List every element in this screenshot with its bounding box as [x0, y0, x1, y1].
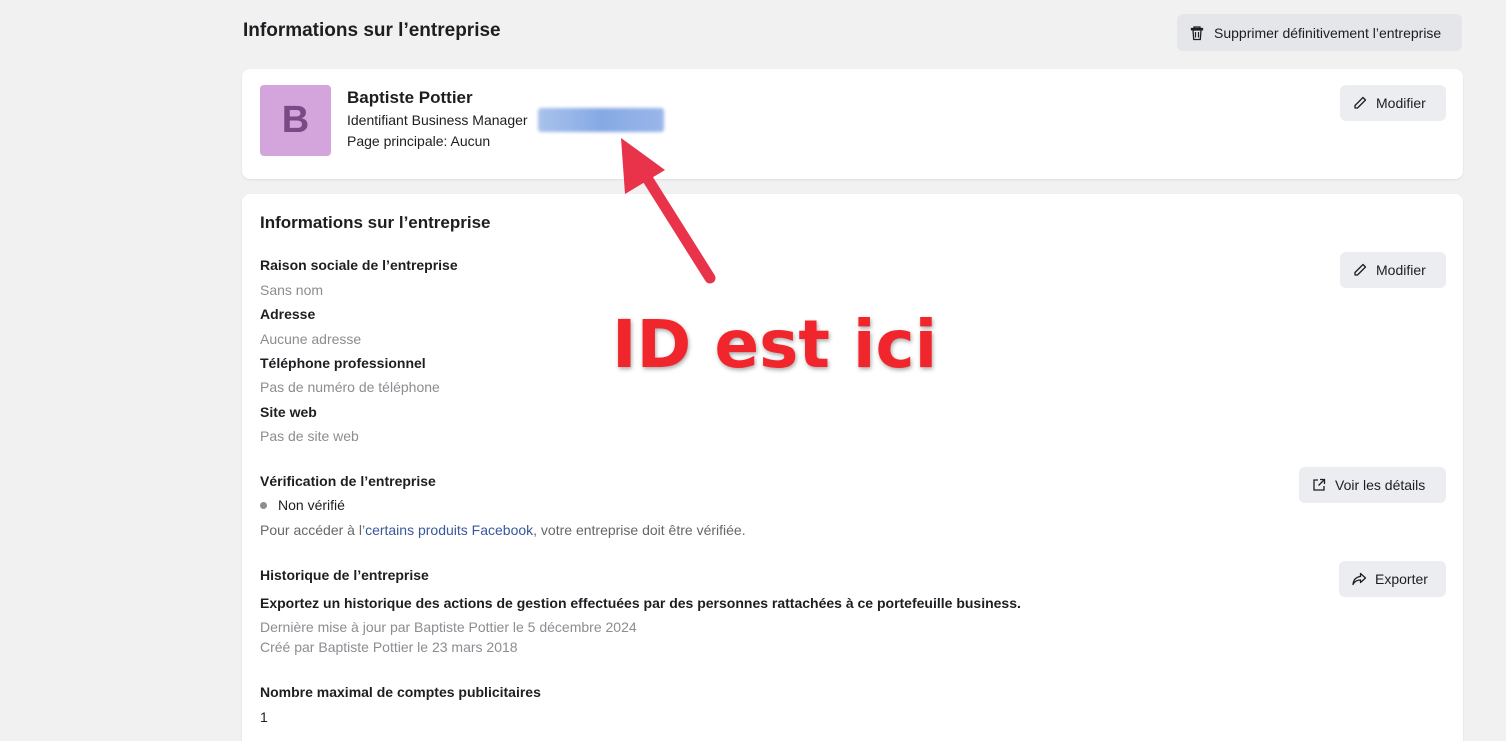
- profile-card: B Baptiste Pottier Identifiant Business …: [242, 69, 1463, 179]
- share-arrow-icon: [1351, 571, 1367, 587]
- company-name-value: Sans nom: [260, 282, 324, 298]
- edit-info-button[interactable]: Modifier: [1340, 252, 1446, 288]
- delete-business-button[interactable]: Supprimer définitivement l’entreprise: [1177, 14, 1462, 51]
- view-details-button[interactable]: Voir les détails: [1299, 467, 1446, 503]
- history-label: Historique de l’entreprise: [260, 567, 429, 583]
- pencil-icon: [1352, 262, 1368, 278]
- website-value: Pas de site web: [260, 428, 359, 444]
- verification-note-suffix: , votre entreprise doit être vérifiée.: [533, 522, 746, 538]
- verification-status-text: Non vérifié: [278, 497, 345, 513]
- history-created: Créé par Baptiste Pottier le 23 mars 201…: [260, 639, 518, 655]
- history-updated: Dernière mise à jour par Baptiste Pottie…: [260, 619, 637, 635]
- business-info-card: Informations sur l’entreprise Modifier R…: [242, 194, 1463, 741]
- facebook-products-link[interactable]: certains produits Facebook: [365, 522, 533, 538]
- business-name: Baptiste Pottier: [347, 88, 473, 107]
- external-link-icon: [1311, 477, 1327, 493]
- phone-value: Pas de numéro de téléphone: [260, 379, 440, 395]
- edit-profile-button[interactable]: Modifier: [1340, 85, 1446, 121]
- annotation-arrow-icon: [621, 138, 716, 284]
- page-title: Informations sur l’entreprise: [243, 20, 501, 41]
- business-id-label: Identifiant Business Manager: [347, 112, 528, 128]
- annotation-text: ID est ici: [612, 306, 938, 383]
- edit-profile-label: Modifier: [1376, 95, 1426, 111]
- website-label: Site web: [260, 404, 317, 420]
- verification-note: Pour accéder à l’certains produits Faceb…: [260, 522, 746, 538]
- pencil-icon: [1352, 95, 1368, 111]
- view-details-label: Voir les détails: [1335, 477, 1426, 493]
- export-button[interactable]: Exporter: [1339, 561, 1446, 597]
- delete-business-label: Supprimer définitivement l’entreprise: [1214, 24, 1442, 41]
- export-label: Exporter: [1375, 571, 1428, 587]
- max-ad-accounts-label: Nombre maximal de comptes publicitaires: [260, 684, 541, 700]
- business-id-row: Identifiant Business Manager: [347, 112, 528, 128]
- verification-label: Vérification de l’entreprise: [260, 473, 436, 489]
- max-ad-accounts-value: 1: [260, 709, 268, 725]
- main-page: Page principale: Aucun: [347, 133, 491, 149]
- info-section-title: Informations sur l’entreprise: [260, 213, 491, 232]
- address-label: Adresse: [260, 306, 316, 322]
- status-dot-icon: [260, 501, 267, 509]
- verification-note-prefix: Pour accéder à l’: [260, 522, 366, 538]
- avatar: B: [260, 85, 331, 156]
- edit-info-label: Modifier: [1376, 262, 1426, 278]
- phone-label: Téléphone professionnel: [260, 355, 426, 371]
- trash-icon: [1189, 25, 1205, 41]
- history-description: Exportez un historique des actions de ge…: [260, 595, 1021, 611]
- company-name-label: Raison sociale de l’entreprise: [260, 257, 458, 273]
- verification-status: Non vérifié: [260, 497, 345, 513]
- address-value: Aucune adresse: [260, 331, 362, 347]
